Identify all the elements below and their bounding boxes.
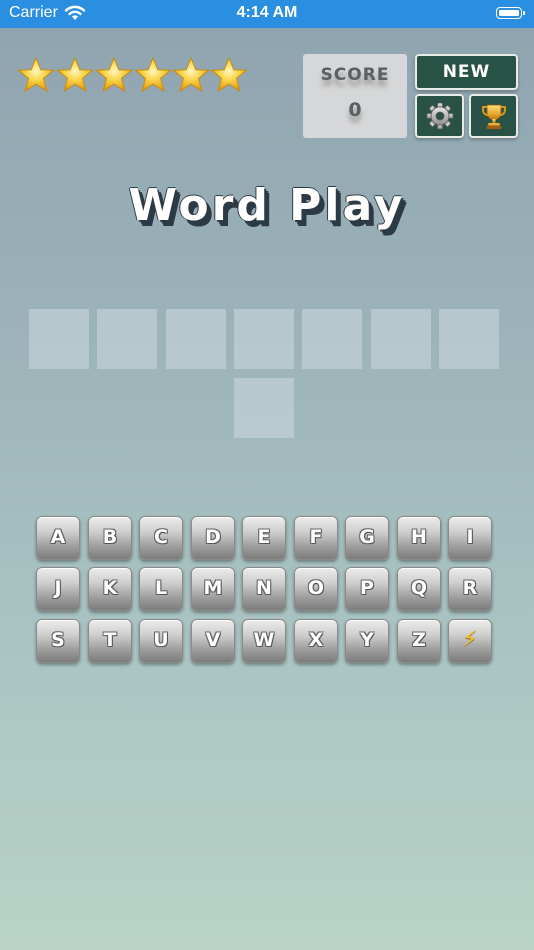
key-b[interactable]: B: [88, 516, 132, 560]
gear-icon: [426, 102, 453, 130]
key-k[interactable]: K: [88, 567, 132, 611]
star-icon: [172, 56, 210, 93]
key-u[interactable]: U: [139, 619, 183, 663]
key-w[interactable]: W: [242, 619, 286, 663]
clock: 4:14 AM: [236, 4, 298, 21]
answer-slot[interactable]: [97, 309, 157, 369]
key-n[interactable]: N: [242, 567, 286, 611]
key-g[interactable]: G: [345, 516, 389, 560]
hint-button[interactable]: ⚡: [448, 619, 492, 663]
star-icon: [56, 56, 94, 93]
key-j[interactable]: J: [36, 567, 80, 611]
leaderboard-button[interactable]: [469, 94, 518, 138]
battery-icon: [496, 7, 525, 19]
star-icon: [95, 56, 133, 93]
key-d[interactable]: D: [191, 516, 235, 560]
key-h[interactable]: H: [397, 516, 441, 560]
key-e[interactable]: E: [242, 516, 286, 560]
key-o[interactable]: O: [294, 567, 338, 611]
star-icon: [134, 56, 172, 93]
key-z[interactable]: Z: [397, 619, 441, 663]
lightning-bolt-icon: ⚡: [462, 627, 478, 652]
score-label: SCORE: [320, 65, 390, 85]
key-t[interactable]: T: [88, 619, 132, 663]
status-bar: Carrier 4:14 AM: [0, 0, 534, 28]
settings-button[interactable]: [415, 94, 464, 138]
answer-slot[interactable]: [302, 309, 362, 369]
trophy-icon: [481, 104, 506, 129]
key-m[interactable]: M: [191, 567, 235, 611]
key-s[interactable]: S: [36, 619, 80, 663]
key-v[interactable]: V: [191, 619, 235, 663]
key-l[interactable]: L: [139, 567, 183, 611]
key-y[interactable]: Y: [345, 619, 389, 663]
answer-slot[interactable]: [166, 309, 226, 369]
key-f[interactable]: F: [294, 516, 338, 560]
score-box: SCORE 0: [303, 54, 407, 138]
score-value: 0: [348, 99, 362, 121]
game-title: Word Play: [128, 180, 406, 231]
answer-slot[interactable]: [234, 378, 294, 438]
answer-slot[interactable]: [439, 309, 499, 369]
new-game-button[interactable]: NEW: [415, 54, 518, 90]
star-icon: [210, 56, 248, 93]
key-a[interactable]: A: [36, 516, 80, 560]
key-x[interactable]: X: [294, 619, 338, 663]
star-icon: [17, 56, 55, 93]
answer-slot[interactable]: [371, 309, 431, 369]
key-r[interactable]: R: [448, 567, 492, 611]
key-c[interactable]: C: [139, 516, 183, 560]
answer-slot[interactable]: [234, 309, 294, 369]
key-i[interactable]: I: [448, 516, 492, 560]
key-p[interactable]: P: [345, 567, 389, 611]
key-q[interactable]: Q: [397, 567, 441, 611]
answer-slot[interactable]: [29, 309, 89, 369]
